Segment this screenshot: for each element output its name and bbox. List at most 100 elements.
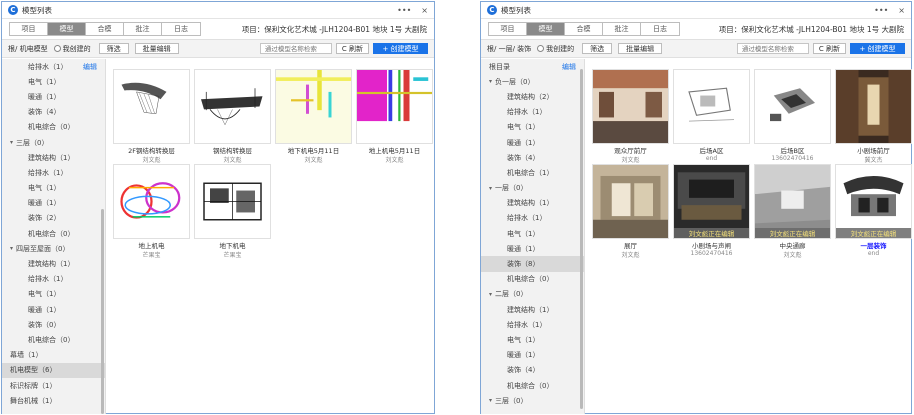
model-card[interactable]: 地下机电 芒果宝 [194, 164, 271, 259]
tab-log[interactable]: 日志 [162, 23, 200, 35]
model-thumbnail[interactable] [113, 69, 190, 144]
model-thumbnail[interactable] [356, 69, 433, 144]
tab-annotation[interactable]: 批注 [124, 23, 162, 35]
model-name[interactable]: 展厅 [592, 240, 669, 250]
model-name[interactable]: 小剧场与声闸 [673, 240, 750, 250]
model-name[interactable]: 后场B区 [754, 145, 831, 155]
tree-item[interactable]: 装饰（4） [481, 150, 584, 165]
tree-item[interactable]: 电气（1） [481, 332, 584, 347]
model-name[interactable]: 后场A区 [673, 145, 750, 155]
model-card[interactable]: 刘文彪正在编辑 一层装饰 end [835, 164, 912, 257]
tree-item[interactable]: 电气（1） [2, 181, 105, 196]
tree-item[interactable]: ▾ 三层（0） [2, 135, 105, 150]
tree-item[interactable]: 给排水（1） [481, 317, 584, 332]
create-model-button[interactable]: + 创建模型 [850, 43, 905, 54]
tree-item[interactable]: 暖通（1） [2, 302, 105, 317]
tree-item[interactable]: 给排水（1） [481, 105, 584, 120]
model-thumbnail[interactable] [835, 69, 912, 144]
tree-item[interactable]: 机电模型（6） [2, 362, 105, 378]
tree-item[interactable]: 幕墙（1） [2, 348, 105, 363]
model-thumbnail[interactable] [754, 69, 831, 144]
tree-item[interactable]: 机电综合（0） [481, 378, 584, 393]
tree-scrollbar[interactable] [580, 69, 583, 409]
model-name[interactable]: 地下机电5月11日 [275, 145, 352, 155]
tab-model[interactable]: 模型 [48, 23, 86, 35]
search-input[interactable] [259, 43, 332, 54]
tree-item[interactable]: 电气（1） [481, 226, 584, 241]
chevron-down-icon[interactable]: ▾ [489, 397, 492, 404]
breadcrumb[interactable]: 根/ 机电模型 [8, 44, 48, 54]
model-name[interactable]: 地上机电 [113, 240, 190, 250]
mine-radio[interactable] [53, 45, 61, 52]
model-thumbnail[interactable] [592, 69, 669, 144]
tree-item[interactable]: 暖通（1） [2, 196, 105, 211]
chevron-down-icon[interactable]: ▾ [489, 78, 492, 85]
search-input[interactable] [736, 43, 809, 54]
tree-item[interactable]: 建筑结构（1） [2, 150, 105, 165]
tree-item[interactable]: 建筑结构（1） [481, 196, 584, 211]
close-icon[interactable]: × [421, 6, 428, 15]
model-card[interactable]: 展厅 刘文彪 [592, 164, 669, 259]
chevron-down-icon[interactable]: ▾ [489, 291, 492, 298]
model-thumbnail[interactable] [194, 69, 271, 144]
tree-item[interactable]: 暖通（1） [2, 89, 105, 104]
edit-tree-link[interactable]: 编辑 [562, 62, 576, 72]
mine-radio[interactable] [537, 45, 545, 52]
tree-item[interactable]: ▾ 负一层（0） [481, 74, 584, 89]
model-card[interactable]: 地下机电5月11日 刘文彪 [275, 69, 352, 164]
model-card[interactable]: 观众厅前厅 刘文彪 [592, 69, 669, 164]
model-card[interactable]: 后场B区 13602470416 [754, 69, 831, 162]
tree-item[interactable]: 标识标牌（1） [2, 378, 105, 393]
mine-label[interactable]: 我创建的 [546, 44, 574, 54]
tree-item[interactable]: 暖通（1） [481, 241, 584, 256]
breadcrumb[interactable]: 根/ 一层/ 装饰 [487, 44, 531, 54]
chevron-down-icon[interactable]: ▾ [10, 139, 13, 146]
tree-item[interactable]: 电气（1） [2, 287, 105, 302]
tree-item[interactable]: 机电综合（1） [481, 165, 584, 180]
tab-annotation[interactable]: 批注 [603, 23, 641, 35]
model-name[interactable]: 一层装饰 [835, 240, 912, 250]
tree-item[interactable]: 机电综合（0） [2, 332, 105, 347]
tree-item[interactable]: 机电综合（0） [2, 120, 105, 135]
tree-item[interactable]: ▾ 一层（0） [481, 181, 584, 196]
tree-scrollbar[interactable] [101, 209, 104, 414]
tab-merge[interactable]: 合模 [86, 23, 124, 35]
tab-project[interactable]: 项目 [10, 23, 48, 35]
model-card[interactable]: 后场A区 end [673, 69, 750, 162]
tree-item[interactable]: 装饰（2） [2, 211, 105, 226]
model-card[interactable]: 刘文彪正在编辑 中央通廊 刘文彪 [754, 164, 831, 259]
model-thumbnail[interactable] [673, 69, 750, 144]
model-thumbnail[interactable]: 刘文彪正在编辑 [835, 164, 912, 239]
model-name[interactable]: 中央通廊 [754, 240, 831, 250]
tab-merge[interactable]: 合模 [565, 23, 603, 35]
edit-tree-link[interactable]: 编辑 [83, 62, 97, 72]
tree-item[interactable]: 暖通（1） [481, 348, 584, 363]
model-thumbnail[interactable]: 刘文彪正在编辑 [754, 164, 831, 239]
refresh-button[interactable]: C 刷新 [812, 43, 846, 54]
tree-item[interactable]: 建筑结构（1） [2, 256, 105, 271]
model-thumbnail[interactable] [275, 69, 352, 144]
tree-item[interactable]: 给排水（1） [2, 272, 105, 287]
close-icon[interactable]: × [898, 6, 905, 15]
model-card[interactable]: 2F钢结构转换层 刘文彪 [113, 69, 190, 164]
tree-item[interactable]: 机电综合（0） [481, 272, 584, 287]
model-thumbnail[interactable] [592, 164, 669, 239]
model-name[interactable]: 钢结构转换层 [194, 145, 271, 155]
tree-item[interactable]: 给排水（1） 编辑 [2, 59, 105, 74]
tree-item[interactable]: 装饰（8） [481, 256, 584, 272]
more-icon[interactable]: ••• [397, 6, 411, 15]
model-name[interactable]: 地下机电 [194, 240, 271, 250]
tree-item[interactable]: 机电综合（0） [2, 226, 105, 241]
model-name[interactable]: 2F钢结构转换层 [113, 145, 190, 155]
batch-edit-button[interactable]: 批量编辑 [618, 43, 663, 54]
tree-item[interactable]: 建筑结构（1） [481, 302, 584, 317]
tree-item[interactable]: 给排水（1） [481, 211, 584, 226]
tab-model[interactable]: 模型 [527, 23, 565, 35]
model-card[interactable]: 刘文彪正在编辑 小剧场与声闸 13602470416 [673, 164, 750, 257]
model-thumbnail[interactable]: 刘文彪正在编辑 [673, 164, 750, 239]
tab-log[interactable]: 日志 [641, 23, 679, 35]
mine-label[interactable]: 我创建的 [63, 44, 91, 54]
tree-item[interactable]: 装饰（0） [2, 317, 105, 332]
tree-item[interactable]: 暖通（1） [481, 135, 584, 150]
batch-edit-button[interactable]: 批量编辑 [134, 43, 179, 54]
